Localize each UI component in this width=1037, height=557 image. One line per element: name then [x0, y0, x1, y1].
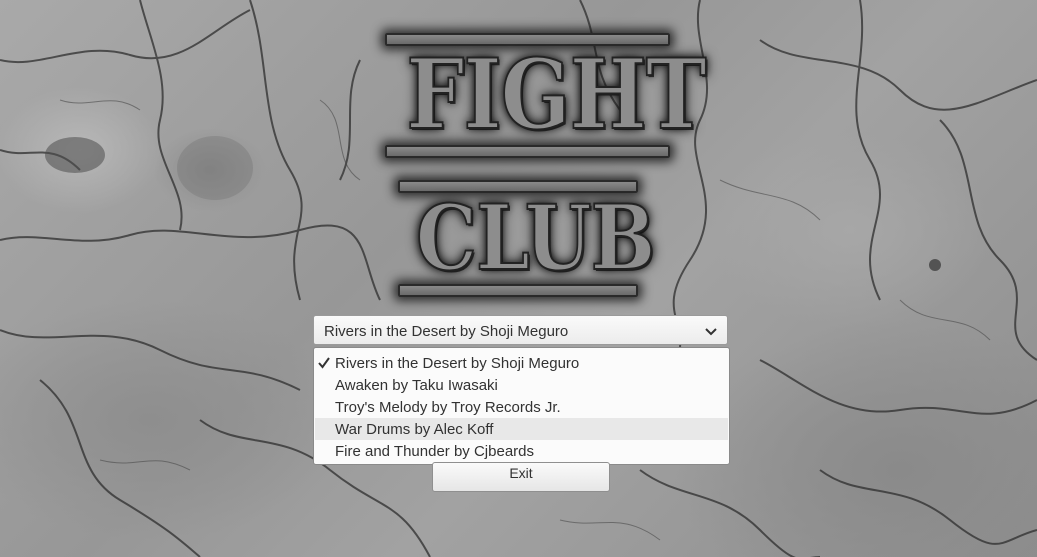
music-option[interactable]: Rivers in the Desert by Shoji Meguro [315, 352, 728, 374]
music-option-label: Rivers in the Desert by Shoji Meguro [335, 355, 580, 372]
music-option[interactable]: Fire and Thunder by Cjbeards [315, 440, 728, 462]
music-dropdown-list: Rivers in the Desert by Shoji Meguro Awa… [313, 347, 730, 465]
music-option[interactable]: Awaken by Taku Iwasaki [315, 374, 728, 396]
music-option-label: War Drums by Alec Koff [335, 421, 494, 438]
logo-bar-bottom [398, 284, 638, 297]
exit-button-label: Exit [509, 465, 533, 481]
exit-button[interactable]: Exit [432, 462, 610, 492]
checkmark-icon [318, 357, 330, 369]
music-dropdown-value: Rivers in the Desert by Shoji Meguro [324, 323, 569, 340]
logo-line-fight: FIGHT [406, 38, 708, 151]
music-dropdown[interactable]: Rivers in the Desert by Shoji Meguro [313, 315, 728, 345]
logo-line-club: CLUB [415, 185, 656, 291]
music-option[interactable]: War Drums by Alec Koff [315, 418, 728, 440]
fight-logo: FIGHT [385, 33, 708, 161]
music-option-label: Troy's Melody by Troy Records Jr. [335, 399, 561, 416]
chevron-down-icon [705, 328, 717, 336]
club-logo: CLUB [398, 180, 656, 298]
music-option[interactable]: Troy's Melody by Troy Records Jr. [315, 396, 728, 418]
music-option-label: Awaken by Taku Iwasaki [335, 377, 498, 394]
music-option-label: Fire and Thunder by Cjbeards [335, 443, 534, 460]
logo-bar-bottom [385, 145, 670, 158]
